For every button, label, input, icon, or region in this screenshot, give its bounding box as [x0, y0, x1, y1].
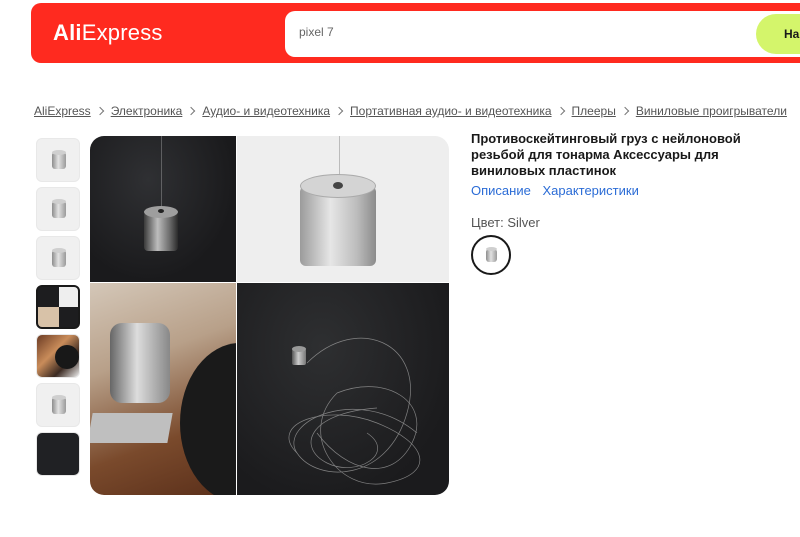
color-swatch-silver[interactable]: [471, 235, 511, 275]
tonearm: [110, 323, 170, 403]
weight-hole: [333, 182, 343, 189]
breadcrumb-item[interactable]: Аудио- и видеотехника: [202, 104, 330, 118]
thumbnail-weight-dimension[interactable]: [36, 383, 80, 427]
chevron-right-icon: [95, 106, 104, 116]
image-tile-weight-light: [237, 136, 449, 282]
weight-image: [52, 150, 66, 169]
collage-tile: [38, 307, 59, 327]
breadcrumb-item[interactable]: Портативная аудио- и видеотехника: [350, 104, 552, 118]
chevron-right-icon: [620, 106, 630, 116]
main-product-image[interactable]: [90, 136, 449, 495]
breadcrumb-item[interactable]: Плееры: [572, 104, 616, 118]
nylon-thread: [161, 136, 162, 210]
thumbnail-weight-closeup-3[interactable]: [36, 236, 80, 280]
color-label: Цвет: Silver: [471, 215, 540, 230]
description-link[interactable]: Описание: [471, 183, 531, 198]
search-input[interactable]: [299, 25, 599, 39]
weight-image: [52, 199, 66, 218]
weight-image: [52, 248, 66, 267]
image-tile-turntable: [90, 283, 236, 495]
logo-text-main: Ali: [53, 20, 82, 45]
breadcrumb-item[interactable]: Виниловые проигрыватели: [636, 104, 787, 118]
specifications-link[interactable]: Характеристики: [542, 183, 638, 198]
thumbnail-dark-background[interactable]: [36, 432, 80, 476]
weight-image: [486, 247, 497, 262]
breadcrumb-item[interactable]: Электроника: [111, 104, 183, 118]
top-header: AliExpress На: [31, 3, 800, 63]
breadcrumb-item[interactable]: AliExpress: [34, 104, 91, 118]
weight-top: [292, 346, 306, 352]
thumbnail-weight-closeup-1[interactable]: [36, 138, 80, 182]
image-tile-weight-dark: [90, 136, 236, 282]
thumbnail-collage-selected[interactable]: [36, 285, 80, 329]
weight-hole: [158, 209, 164, 213]
aliexpress-logo[interactable]: AliExpress: [53, 20, 163, 46]
thread-coil-graphic: [288, 337, 421, 485]
chevron-right-icon: [556, 106, 565, 116]
tonearm-base: [90, 413, 173, 443]
product-section-links: Описание Характеристики: [471, 183, 647, 198]
logo-text-sub: Express: [81, 20, 163, 45]
weight-image: [52, 395, 66, 414]
chevron-right-icon: [334, 106, 344, 116]
chevron-right-icon: [187, 106, 196, 116]
turntable-platter: [180, 343, 236, 495]
search-button[interactable]: На: [756, 14, 800, 54]
image-tile-weight-thread: [237, 283, 449, 495]
weight-body: [300, 186, 376, 266]
turntable-image: [55, 345, 79, 369]
thumbnail-gallery: [36, 138, 82, 481]
breadcrumb: AliExpress Электроника Аудио- и видеотех…: [34, 104, 787, 118]
product-title: Противоскейтинговый груз с нейлоновой ре…: [471, 131, 741, 178]
thumbnail-turntable-photo[interactable]: [36, 334, 80, 378]
thumbnail-weight-closeup-2[interactable]: [36, 187, 80, 231]
search-bar: На: [285, 11, 800, 57]
collage-tile: [59, 287, 78, 307]
